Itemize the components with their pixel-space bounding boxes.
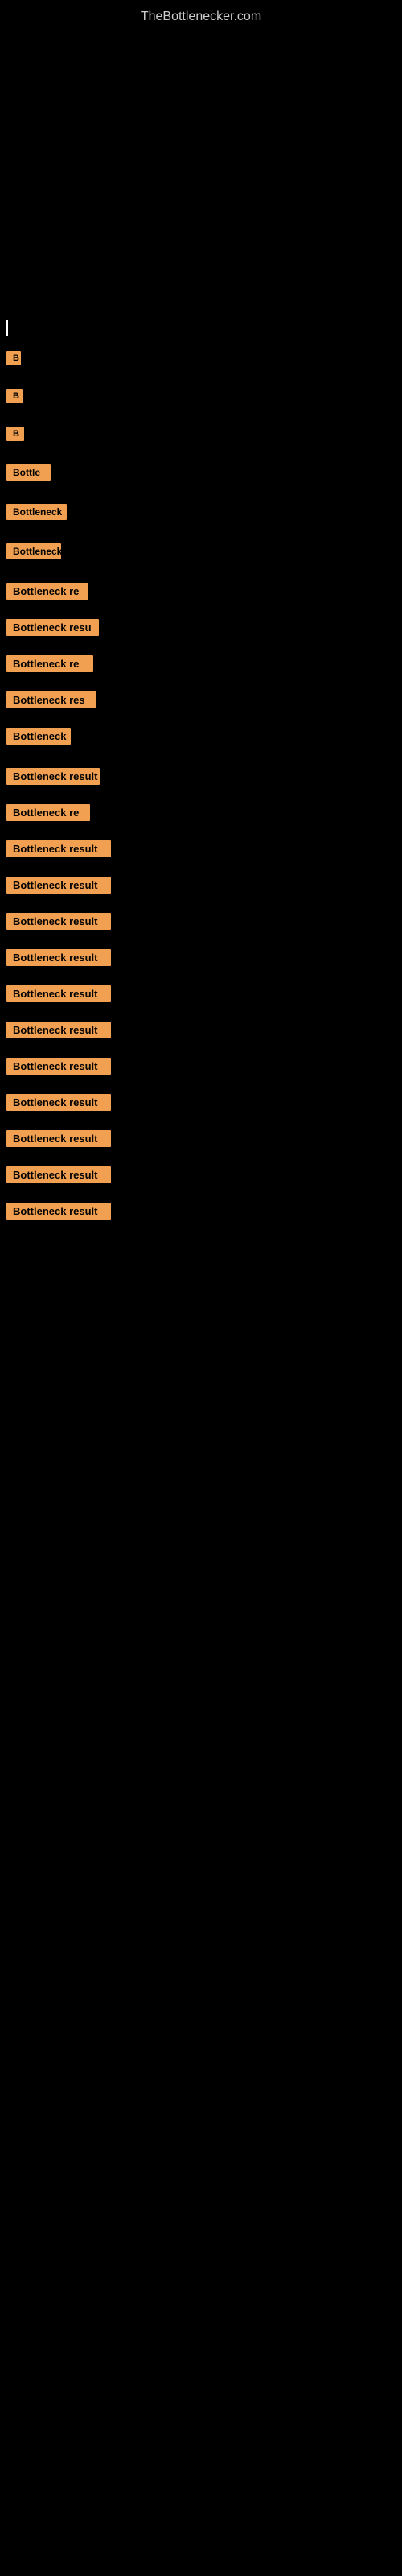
result-row-3: B bbox=[6, 420, 396, 452]
bottleneck-label-22: Bottleneck result bbox=[6, 1130, 111, 1147]
result-row-6: Bottleneck bbox=[6, 537, 396, 570]
result-row-16: Bottleneck result bbox=[6, 906, 396, 936]
result-row-23: Bottleneck result bbox=[6, 1160, 396, 1190]
bottleneck-label-17: Bottleneck result bbox=[6, 949, 111, 966]
bottleneck-label-2: B bbox=[6, 389, 23, 403]
bottleneck-label-1: B bbox=[6, 351, 21, 365]
bottleneck-label-24: Bottleneck result bbox=[6, 1203, 111, 1220]
bottleneck-label-3: B bbox=[6, 427, 24, 441]
bottleneck-label-13: Bottleneck re bbox=[6, 804, 90, 821]
bottleneck-label-18: Bottleneck result bbox=[6, 985, 111, 1002]
bottleneck-label-7: Bottleneck re bbox=[6, 583, 88, 600]
result-row-20: Bottleneck result bbox=[6, 1051, 396, 1081]
result-row-11: Bottleneck bbox=[6, 721, 396, 755]
result-row-22: Bottleneck result bbox=[6, 1124, 396, 1154]
bottleneck-label-14: Bottleneck result bbox=[6, 840, 111, 857]
bottleneck-label-19: Bottleneck result bbox=[6, 1022, 111, 1038]
bottleneck-label-9: Bottleneck re bbox=[6, 655, 93, 672]
bottleneck-label-12: Bottleneck result bbox=[6, 768, 100, 785]
bottleneck-label-5: Bottleneck bbox=[6, 504, 67, 520]
site-title: TheBottlenecker.com bbox=[0, 0, 402, 31]
result-row-14: Bottleneck result bbox=[6, 834, 396, 864]
result-row-19: Bottleneck result bbox=[6, 1015, 396, 1045]
cursor-indicator bbox=[6, 320, 8, 336]
result-row-5: Bottleneck bbox=[6, 497, 396, 530]
result-row-17: Bottleneck result bbox=[6, 943, 396, 972]
result-row-10: Bottleneck res bbox=[6, 685, 396, 715]
result-row-7: Bottleneck re bbox=[6, 576, 396, 606]
bottleneck-label-15: Bottleneck result bbox=[6, 877, 111, 894]
result-row-15: Bottleneck result bbox=[6, 870, 396, 900]
result-row-4: Bottle bbox=[6, 458, 396, 491]
result-row-8: Bottleneck resu bbox=[6, 613, 396, 642]
main-content: B B B Bottle Bottleneck Bottleneck Bottl… bbox=[0, 320, 402, 1226]
result-row-9: Bottleneck re bbox=[6, 649, 396, 679]
result-row-21: Bottleneck result bbox=[6, 1088, 396, 1117]
bottleneck-label-20: Bottleneck result bbox=[6, 1058, 111, 1075]
top-spacer bbox=[0, 31, 402, 312]
bottleneck-label-23: Bottleneck result bbox=[6, 1166, 111, 1183]
bottleneck-label-11: Bottleneck bbox=[6, 728, 71, 745]
result-row-1: B bbox=[6, 345, 396, 376]
bottleneck-label-4: Bottle bbox=[6, 464, 51, 481]
bottleneck-label-21: Bottleneck result bbox=[6, 1094, 111, 1111]
bottleneck-label-16: Bottleneck result bbox=[6, 913, 111, 930]
result-row-13: Bottleneck re bbox=[6, 798, 396, 828]
page-wrapper: TheBottlenecker.com B B B Bottle Bottlen… bbox=[0, 0, 402, 1226]
result-row-18: Bottleneck result bbox=[6, 979, 396, 1009]
result-row-12: Bottleneck result bbox=[6, 762, 396, 791]
bottleneck-label-8: Bottleneck resu bbox=[6, 619, 99, 636]
result-row-24: Bottleneck result bbox=[6, 1196, 396, 1226]
result-row-2: B bbox=[6, 382, 396, 414]
bottleneck-label-10: Bottleneck res bbox=[6, 691, 96, 708]
bottleneck-label-6: Bottleneck bbox=[6, 543, 61, 559]
